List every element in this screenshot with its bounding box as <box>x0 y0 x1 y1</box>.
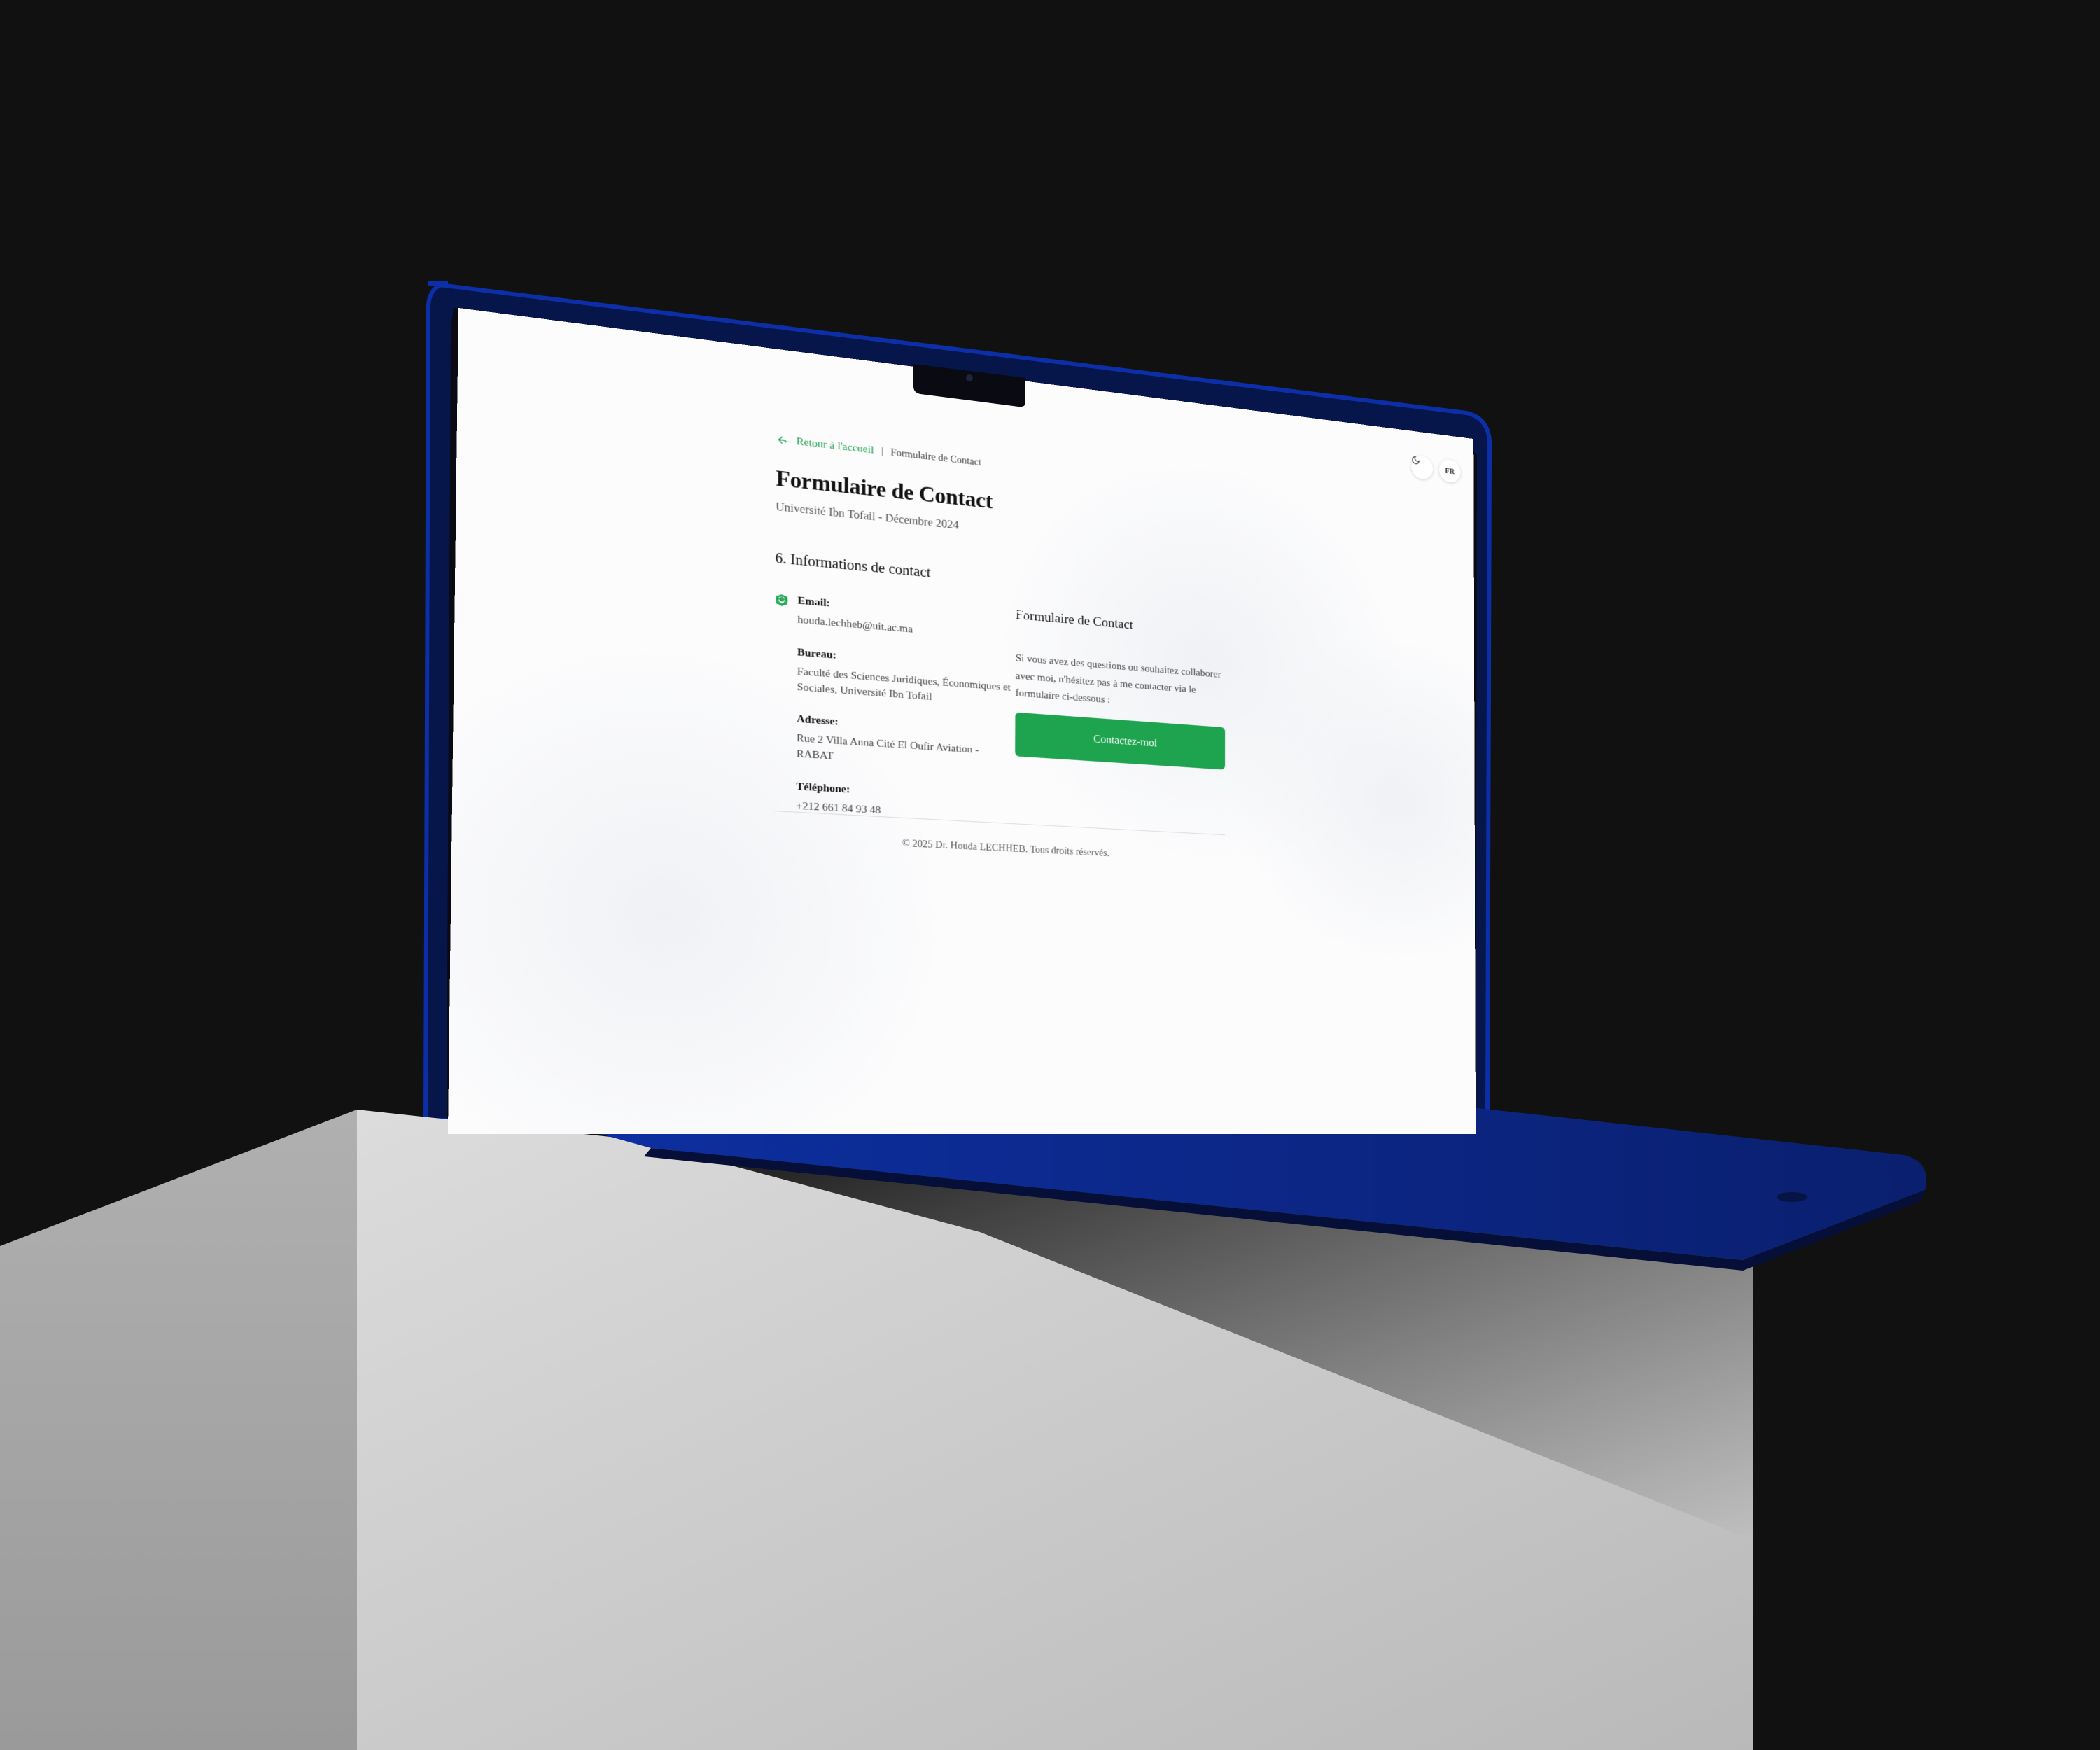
contact-info-email: Email: houda.lechheb@uit.ac.ma <box>775 593 1016 646</box>
contact-info-list: Email: houda.lechheb@uit.ac.ma Bureau: F… <box>773 593 1016 844</box>
contact-info-office: Bureau: Faculté des Sciences Juridiques,… <box>774 645 1016 711</box>
pedestal-left-face <box>0 1110 357 1750</box>
map-pin-icon <box>774 646 788 660</box>
theme-toggle-button[interactable] <box>1411 454 1434 481</box>
phone-label: Téléphone: <box>796 780 850 796</box>
contact-form-card: Formulaire de Contact Si vous avez des q… <box>1015 608 1226 770</box>
contact-form-text: Si vous avez des questions ou souhaitez … <box>1015 652 1222 706</box>
map-pin-icon <box>774 713 788 727</box>
contact-info-title: 6. Informations de contact <box>775 550 931 581</box>
clock-icon <box>774 781 788 794</box>
breadcrumb-current: Formulaire de Contact <box>890 447 981 468</box>
language-label: FR <box>1445 465 1455 476</box>
mockup-scene: FR ← Retour à l'accueil | Formulaire de … <box>0 0 2100 1750</box>
contact-info-address: Adresse: Rue 2 Villa Anna Cité El Oufir … <box>774 712 1015 776</box>
contact-info-phone: Téléphone: +212 661 84 93 48 <box>774 780 1015 826</box>
laptop-screen: FR ← Retour à l'accueil | Formulaire de … <box>447 308 1476 1135</box>
language-button[interactable]: FR <box>1438 458 1461 484</box>
back-home-link[interactable]: ← Retour à l'accueil <box>776 434 874 457</box>
email-value[interactable]: houda.lechheb@uit.ac.ma <box>797 613 913 638</box>
breadcrumb: ← Retour à l'accueil | Formulaire de Con… <box>776 434 981 469</box>
contact-me-label: Contactez-moi <box>1093 733 1158 749</box>
back-home-label: ← Retour à l'accueil <box>782 434 874 456</box>
breadcrumb-separator: | <box>881 445 884 458</box>
top-controls: FR <box>1411 454 1461 484</box>
